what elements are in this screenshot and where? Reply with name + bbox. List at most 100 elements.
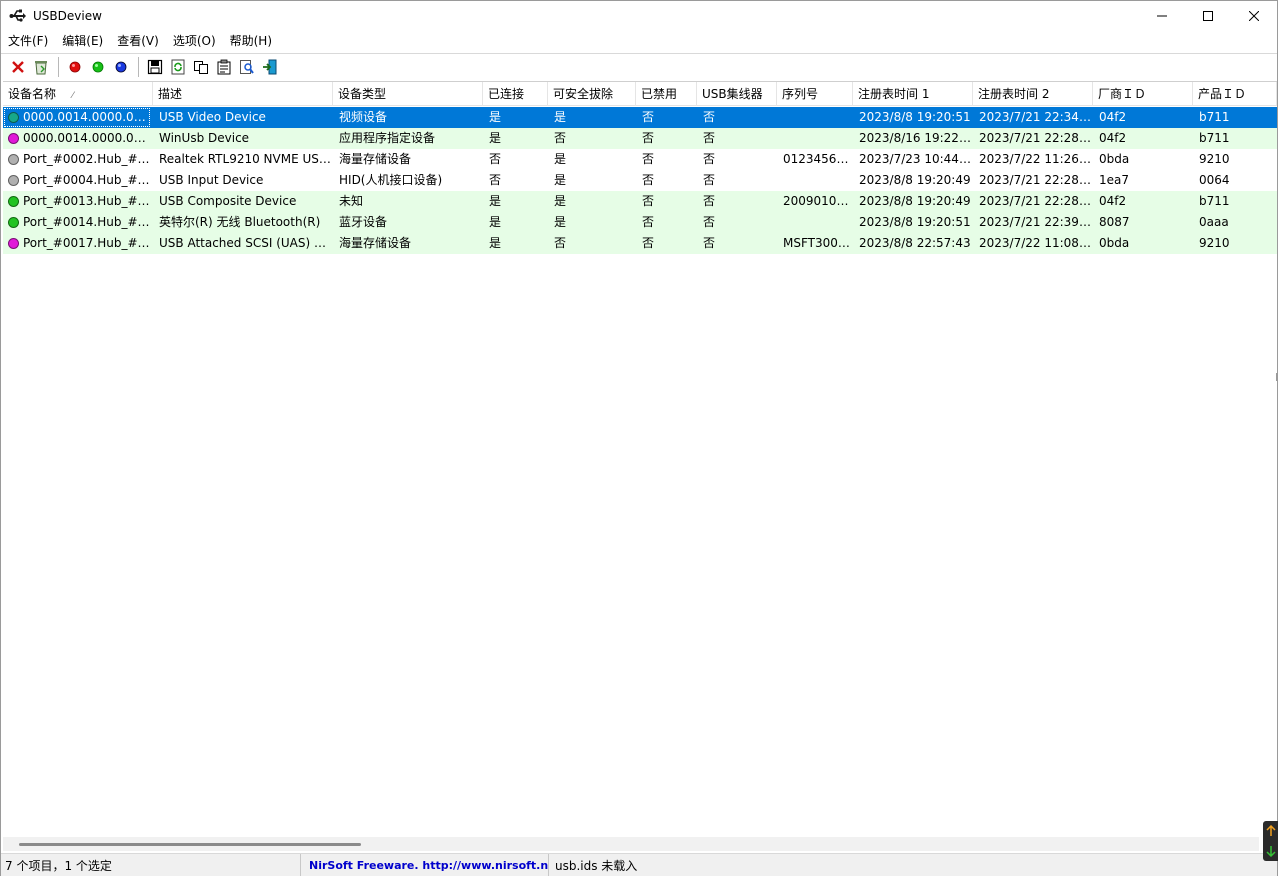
col-connected-cell: 是 <box>489 131 502 145</box>
table-row[interactable]: Port_#0013.Hub_#0001 USB Composite Device… <box>3 191 1277 212</box>
header-col-reg-time-2[interactable]: 注册表时间 2 <box>973 82 1093 106</box>
arrow-up-icon <box>1266 825 1276 836</box>
col-description-cell: USB Input Device <box>159 173 264 187</box>
menu-item-1[interactable]: 编辑(E) <box>55 31 110 52</box>
col-reg-time-2-cell: 2023/7/21 22:28:33 <box>979 173 1091 187</box>
col-connected-cell: 是 <box>489 215 502 229</box>
header-col-disabled[interactable]: 已禁用 <box>636 82 697 106</box>
header-label: 厂商ＩＤ <box>1098 87 1147 101</box>
maximize-button[interactable] <box>1185 1 1231 31</box>
blue-dot-button[interactable] <box>110 56 132 78</box>
col-vendor-id-cell: 8087 <box>1099 215 1130 229</box>
properties-button[interactable] <box>213 56 235 78</box>
col-safe-remove-cell: 否 <box>554 236 567 250</box>
header-col-device-name[interactable]: 设备名称 ⁄ <box>3 82 153 106</box>
header-col-reg-time-1[interactable]: 注册表时间 1 <box>853 82 973 106</box>
header-label: 注册表时间 2 <box>978 87 1050 101</box>
connect-green-button[interactable] <box>87 56 109 78</box>
table-row[interactable]: Port_#0014.Hub_#0001 英特尔(R) 无线 Bluetooth(… <box>3 212 1277 233</box>
status-dot-icon <box>8 217 19 228</box>
toolbar <box>1 53 1277 79</box>
minimize-button[interactable] <box>1139 1 1185 31</box>
header-label: 可安全拔除 <box>553 87 614 101</box>
col-device-type-cell: 视频设备 <box>339 110 388 124</box>
col-safe-remove-cell: 是 <box>554 152 567 166</box>
col-reg-time-1-cell: 2023/8/8 19:20:49 <box>859 194 971 208</box>
col-product-id-cell: 9210 <box>1199 236 1230 250</box>
header-label: 产品ＩＤ <box>1198 87 1247 101</box>
status-dot-icon <box>8 238 19 249</box>
col-disabled-cell: 否 <box>642 215 655 229</box>
floating-scroll-widget[interactable] <box>1263 821 1278 861</box>
header-col-connected[interactable]: 已连接 <box>483 82 548 106</box>
menu-item-3[interactable]: 选项(O) <box>166 31 223 52</box>
col-device-type-cell: 未知 <box>339 194 364 208</box>
col-device-type-cell: 蓝牙设备 <box>339 215 388 229</box>
uninstall-button[interactable] <box>30 56 52 78</box>
save-button[interactable] <box>144 56 166 78</box>
col-safe-remove-cell: 是 <box>554 173 567 187</box>
column-header-row: 设备名称 ⁄ 描述 设备类型 已连接 可安全拔除 已禁用 USB集线器 序列号 注册表时间 1 注册… <box>3 82 1277 106</box>
title-bar[interactable]: USBDeview <box>1 1 1277 31</box>
col-safe-remove-cell: 否 <box>554 131 567 145</box>
col-description-cell: WinUsb Device <box>159 131 250 145</box>
header-col-device-type[interactable]: 设备类型 <box>333 82 483 106</box>
col-serial-cell: 012345678999 <box>783 152 851 166</box>
device-list[interactable]: 设备名称 ⁄ 描述 设备类型 已连接 可安全拔除 已禁用 USB集线器 序列号 注册表时间 1 注册… <box>3 81 1277 849</box>
col-vendor-id-cell: 0bda <box>1099 152 1130 166</box>
col-serial-cell <box>777 107 851 128</box>
table-row[interactable]: Port_#0004.Hub_#0001 USB Input Device HID(… <box>3 170 1277 191</box>
header-col-serial[interactable]: 序列号 <box>777 82 853 106</box>
copy-button[interactable] <box>190 56 212 78</box>
nirsoft-link[interactable]: NirSoft Freeware. http://www.nirsoft.net <box>301 853 549 876</box>
toolbar-separator <box>138 56 139 77</box>
header-col-vendor-id[interactable]: 厂商ＩＤ <box>1093 82 1193 106</box>
col-reg-time-2-cell: 2023/7/21 22:39:10 <box>979 215 1091 229</box>
status-dot-icon <box>8 175 19 186</box>
window-controls <box>1139 1 1277 31</box>
header-col-description[interactable]: 描述 <box>153 82 333 106</box>
col-description-cell: USB Video Device <box>159 110 266 124</box>
col-safe-remove-cell: 是 <box>554 110 567 124</box>
header-label: 注册表时间 1 <box>858 87 930 101</box>
arrow-down-icon <box>1266 846 1276 857</box>
header-col-usb-hub[interactable]: USB集线器 <box>697 82 777 106</box>
col-description-cell: USB Composite Device <box>159 194 297 208</box>
scrollbar-thumb[interactable] <box>19 843 361 846</box>
exit-button[interactable] <box>259 56 281 78</box>
menu-item-4[interactable]: 帮助(H) <box>223 31 279 52</box>
col-product-id-cell: b711 <box>1199 194 1230 208</box>
blue-dot-icon <box>115 61 127 73</box>
col-reg-time-2-cell: 2023/7/21 22:28:33 <box>979 194 1091 208</box>
col-usb-hub-cell: 否 <box>703 215 716 229</box>
table-row[interactable]: Port_#0017.Hub_#0001 USB Attached SCSI (U… <box>3 233 1277 254</box>
col-product-id-cell: b711 <box>1199 110 1230 124</box>
header-col-product-id[interactable]: 产品ＩＤ <box>1193 82 1277 106</box>
col-device-name-cell: Port_#0013.Hub_#0001 <box>23 194 151 208</box>
menu-bar: 文件(F) 编辑(E) 查看(V) 选项(O) 帮助(H) <box>1 31 1277 52</box>
toolbar-separator <box>58 56 59 77</box>
disconnect-red-button[interactable] <box>64 56 86 78</box>
status-bar: 7 个项目，1 个选定 NirSoft Freeware. http://www… <box>1 853 1277 876</box>
col-usb-hub-cell: 否 <box>703 110 716 124</box>
find-button[interactable] <box>236 56 258 78</box>
close-button[interactable] <box>1231 1 1277 31</box>
horizontal-scrollbar[interactable] <box>3 837 1259 851</box>
table-row[interactable]: 0000.0014.0000.013.003.000.000.000.000 US… <box>3 107 1277 128</box>
delete-icon <box>10 59 26 75</box>
delete-button[interactable] <box>7 56 29 78</box>
col-usb-hub-cell: 否 <box>703 236 716 250</box>
col-vendor-id-cell: 04f2 <box>1099 110 1127 124</box>
table-row[interactable]: Port_#0002.Hub_#0001 Realtek RTL9210 NVME… <box>3 149 1277 170</box>
col-reg-time-1-cell: 2023/8/8 19:20:51 <box>859 110 971 124</box>
menu-item-0[interactable]: 文件(F) <box>1 31 55 52</box>
col-usb-hub-cell: 否 <box>703 131 716 145</box>
col-device-type-cell: HID(人机接口设备) <box>339 173 443 187</box>
table-row[interactable]: 0000.0014.0000.013.003.000.000.000.000 Wi… <box>3 128 1277 149</box>
col-device-name-cell: Port_#0002.Hub_#0001 <box>23 152 151 166</box>
refresh-button[interactable] <box>167 56 189 78</box>
col-reg-time-2-cell: 2023/7/22 11:08:20 <box>979 236 1091 250</box>
status-dot-icon <box>8 196 19 207</box>
menu-item-2[interactable]: 查看(V) <box>110 31 166 52</box>
header-col-safe-remove[interactable]: 可安全拔除 <box>548 82 636 106</box>
